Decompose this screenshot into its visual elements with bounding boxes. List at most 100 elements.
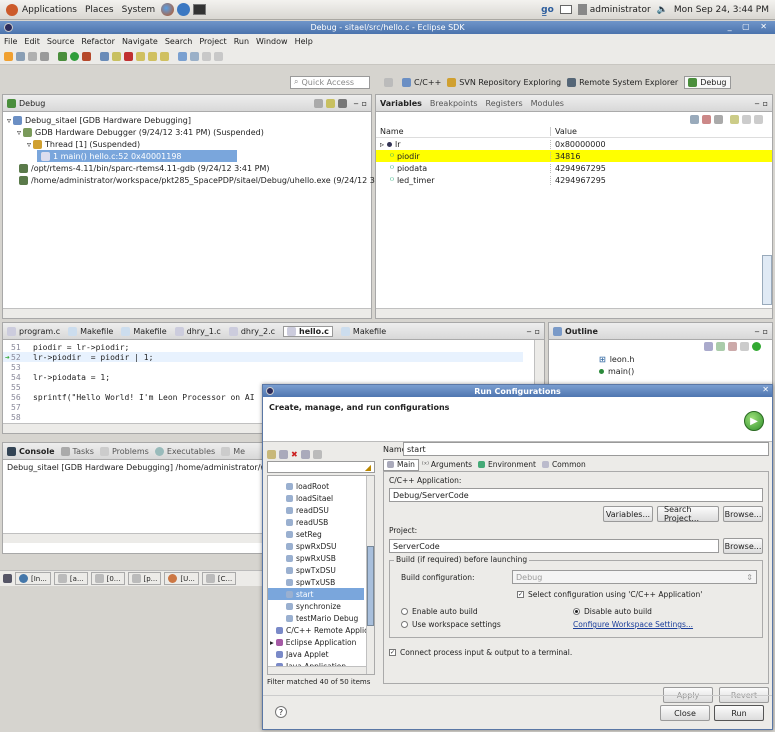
maximize-icon[interactable]: ▫: [763, 99, 768, 108]
menu-run[interactable]: Run: [234, 37, 249, 46]
menu-help[interactable]: Help: [295, 37, 313, 46]
terminate-icon[interactable]: [124, 51, 133, 61]
config-tree-item[interactable]: C/C++ Remote Applica: [268, 624, 374, 636]
search-project-button[interactable]: Search Project...: [657, 505, 719, 523]
config-tree-vscrollbar[interactable]: [366, 476, 374, 674]
minimize-icon[interactable]: ‒: [754, 99, 759, 108]
gnome-foot-icon[interactable]: [6, 3, 18, 16]
view-menu-icon[interactable]: [338, 98, 348, 108]
taskbar-item[interactable]: [p...: [127, 572, 162, 585]
menu-edit[interactable]: Edit: [24, 37, 40, 46]
maximize-icon[interactable]: ▫: [362, 99, 367, 108]
config-tree-item[interactable]: loadSitael: [268, 492, 374, 504]
run-icon[interactable]: [70, 51, 79, 61]
help-icon[interactable]: ?: [275, 706, 287, 718]
hide-macros-icon[interactable]: [752, 342, 761, 351]
tab-dhry-1-c[interactable]: dhry_1.c: [174, 326, 221, 336]
terminal-icon[interactable]: [193, 4, 207, 15]
volume-icon[interactable]: 🔈: [657, 5, 668, 15]
debug-view-title[interactable]: Debug: [19, 99, 45, 108]
expand-toggle-icon[interactable]: ▿: [17, 128, 21, 137]
menu-file[interactable]: File: [4, 37, 17, 46]
app-input[interactable]: Debug/ServerCode: [389, 488, 763, 502]
hide-nonpublic-icon[interactable]: [740, 342, 749, 351]
config-tree-item[interactable]: readDSU: [268, 504, 374, 516]
outline-item-include[interactable]: ⊞ leon.h: [599, 353, 772, 365]
console-output[interactable]: Debug_sitael [GDB Hardware Debugging] /h…: [3, 460, 271, 475]
tab-modules[interactable]: Modules: [531, 99, 564, 108]
perspective-cpp[interactable]: C/C++: [402, 77, 441, 87]
add-expression-icon[interactable]: [730, 114, 739, 124]
step-into-icon[interactable]: [136, 51, 145, 61]
tab-main[interactable]: Main: [383, 458, 419, 471]
config-tree-item[interactable]: testMario Debug: [268, 612, 374, 624]
filter-icon[interactable]: [312, 449, 322, 459]
build-icon[interactable]: [40, 51, 49, 61]
tab-console[interactable]: Console: [7, 446, 55, 456]
duplicate-icon[interactable]: [279, 449, 288, 459]
clear-filter-icon[interactable]: ◢: [365, 463, 371, 472]
browse-project-button[interactable]: Browse...: [723, 538, 763, 554]
outline-title[interactable]: Outline: [565, 327, 598, 336]
close-icon[interactable]: ✕: [762, 385, 769, 394]
use-workspace-settings-radio[interactable]: [401, 621, 408, 628]
hide-static-icon[interactable]: [728, 342, 737, 351]
tab-makefile[interactable]: Makefile: [68, 326, 113, 336]
variables-vscrollbar[interactable]: [762, 255, 772, 305]
disable-auto-build-radio[interactable]: [573, 608, 580, 615]
new-icon[interactable]: [4, 51, 13, 61]
config-tree-item[interactable]: setReg: [268, 528, 374, 540]
config-tree-item[interactable]: spwTxDSU: [268, 564, 374, 576]
menu-search[interactable]: Search: [165, 37, 192, 46]
config-tree-item[interactable]: readUSB: [268, 516, 374, 528]
remove-all-icon[interactable]: [754, 114, 763, 124]
tab-common[interactable]: Common: [539, 460, 589, 469]
collapse-all-icon[interactable]: [300, 449, 310, 459]
column-value[interactable]: Value: [550, 127, 577, 136]
minimize-icon[interactable]: ‒: [353, 99, 358, 108]
hide-fields-icon[interactable]: [716, 342, 725, 351]
remove-icon[interactable]: [742, 114, 751, 124]
config-tree-item[interactable]: spwRxDSU: [268, 540, 374, 552]
menu-window[interactable]: Window: [256, 37, 288, 46]
forward-icon[interactable]: [214, 51, 223, 61]
variables-hscrollbar[interactable]: [376, 308, 772, 318]
show-desktop-icon[interactable]: [3, 574, 12, 583]
tree-item-thread[interactable]: ▿ Thread [1] (Suspended): [7, 138, 367, 150]
network-icon[interactable]: g̲o: [541, 5, 554, 15]
mail-icon[interactable]: [559, 5, 572, 14]
sort-icon[interactable]: [704, 342, 713, 351]
resume-icon[interactable]: [100, 51, 109, 61]
tab-program-c[interactable]: program.c: [7, 326, 60, 336]
config-name-input[interactable]: start: [403, 442, 769, 456]
tree-item-gdb-process[interactable]: /opt/rtems-4.11/bin/sparc-rtems4.11-gdb …: [7, 162, 367, 174]
perspective-svn[interactable]: SVN Repository Exploring: [447, 77, 561, 87]
clock[interactable]: Mon Sep 24, 3:44 PM: [674, 5, 769, 15]
config-tree-hscrollbar[interactable]: [268, 666, 366, 674]
menu-applications[interactable]: Applications: [22, 5, 77, 15]
config-tree-item[interactable]: synchronize: [268, 600, 374, 612]
external-tools-icon[interactable]: [82, 51, 91, 61]
step-return-icon[interactable]: [160, 51, 169, 61]
filter-input[interactable]: ◢: [267, 461, 375, 473]
collapse-all-icon[interactable]: [714, 114, 723, 124]
expand-toggle-icon[interactable]: ▹: [380, 140, 384, 149]
tab-hello-c[interactable]: hello.c: [283, 325, 333, 337]
build-config-select[interactable]: Debug ⇕: [512, 570, 757, 584]
variables-button[interactable]: Variables...: [603, 506, 653, 522]
table-row[interactable]: ▹ lr 0x80000000: [376, 138, 772, 150]
configure-workspace-link[interactable]: Configure Workspace Settings...: [573, 620, 693, 629]
expand-toggle-icon[interactable]: ▸: [270, 638, 274, 647]
tab-tasks[interactable]: Tasks: [60, 446, 94, 456]
taskbar-item[interactable]: [In...: [15, 572, 51, 585]
taskbar-item[interactable]: [U...: [164, 572, 199, 585]
save-icon[interactable]: [16, 51, 25, 61]
maximize-icon[interactable]: ▫: [763, 327, 768, 336]
table-row[interactable]: ⁽⁾ led_timer 4294967295: [376, 174, 772, 186]
connect-terminal-checkbox[interactable]: ✓: [389, 649, 396, 656]
taskbar-item[interactable]: [0...: [90, 572, 125, 585]
delete-icon[interactable]: ✖: [291, 450, 298, 459]
run-button[interactable]: Run: [714, 705, 764, 721]
debug-view-hscrollbar[interactable]: [3, 308, 371, 318]
menu-project[interactable]: Project: [199, 37, 226, 46]
